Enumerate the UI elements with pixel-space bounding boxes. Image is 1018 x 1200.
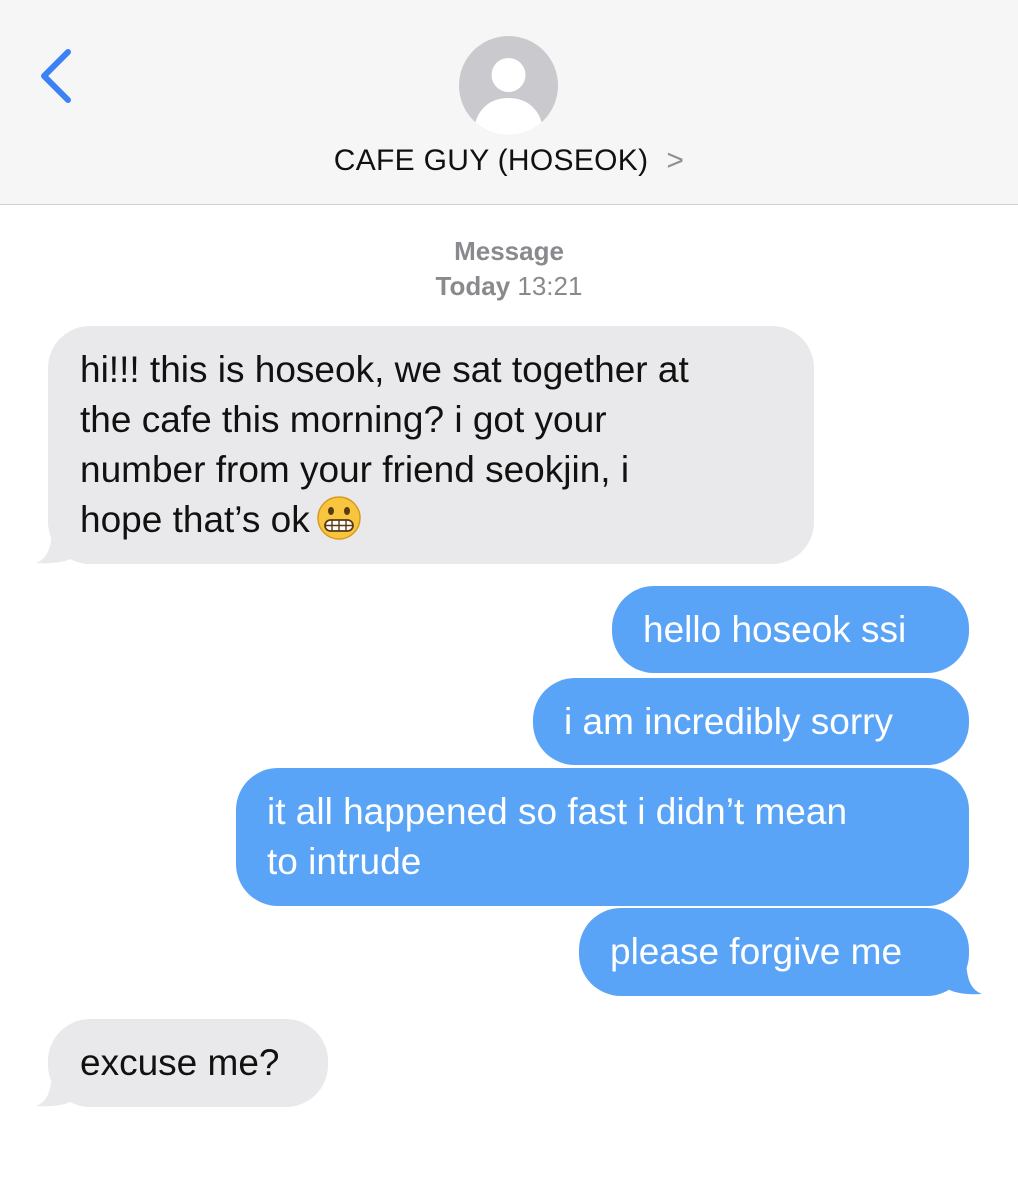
message-sent[interactable]: please forgive me	[579, 908, 969, 996]
message-text: it all happened so fast i didn’t mean to…	[267, 791, 848, 882]
message-text: please forgive me	[610, 931, 903, 972]
message-text: excuse me?	[80, 1042, 280, 1083]
message-received[interactable]: excuse me?	[48, 1019, 328, 1107]
person-icon	[473, 58, 544, 135]
contact-avatar[interactable]	[459, 36, 558, 135]
conversation-header: CAFE GUY (HOSEOK) >	[0, 0, 1018, 205]
timestamp: Today 13:21	[435, 271, 583, 301]
message-text: hi!!! this is hoseok, we sat together at…	[80, 349, 689, 540]
contact-name: CAFE GUY (HOSEOK)	[333, 144, 649, 177]
message-sent[interactable]: i am incredibly sorry	[533, 678, 969, 765]
message-sent[interactable]: it all happened so fast i didn’t mean to…	[236, 768, 969, 906]
message-sent[interactable]: hello hoseok ssi	[612, 586, 969, 673]
message-text: i am incredibly sorry	[564, 701, 893, 742]
grimacing-face-icon	[316, 496, 361, 540]
chevron-right-icon: >	[666, 144, 685, 177]
chevron-left-icon	[41, 49, 71, 103]
back-button[interactable]	[30, 40, 90, 110]
message-received[interactable]: hi!!! this is hoseok, we sat together at…	[48, 326, 814, 564]
message-text: hello hoseok ssi	[643, 609, 907, 650]
service-label: Message	[454, 236, 564, 266]
contact-name-row[interactable]: CAFE GUY (HOSEOK) >	[0, 144, 1018, 178]
